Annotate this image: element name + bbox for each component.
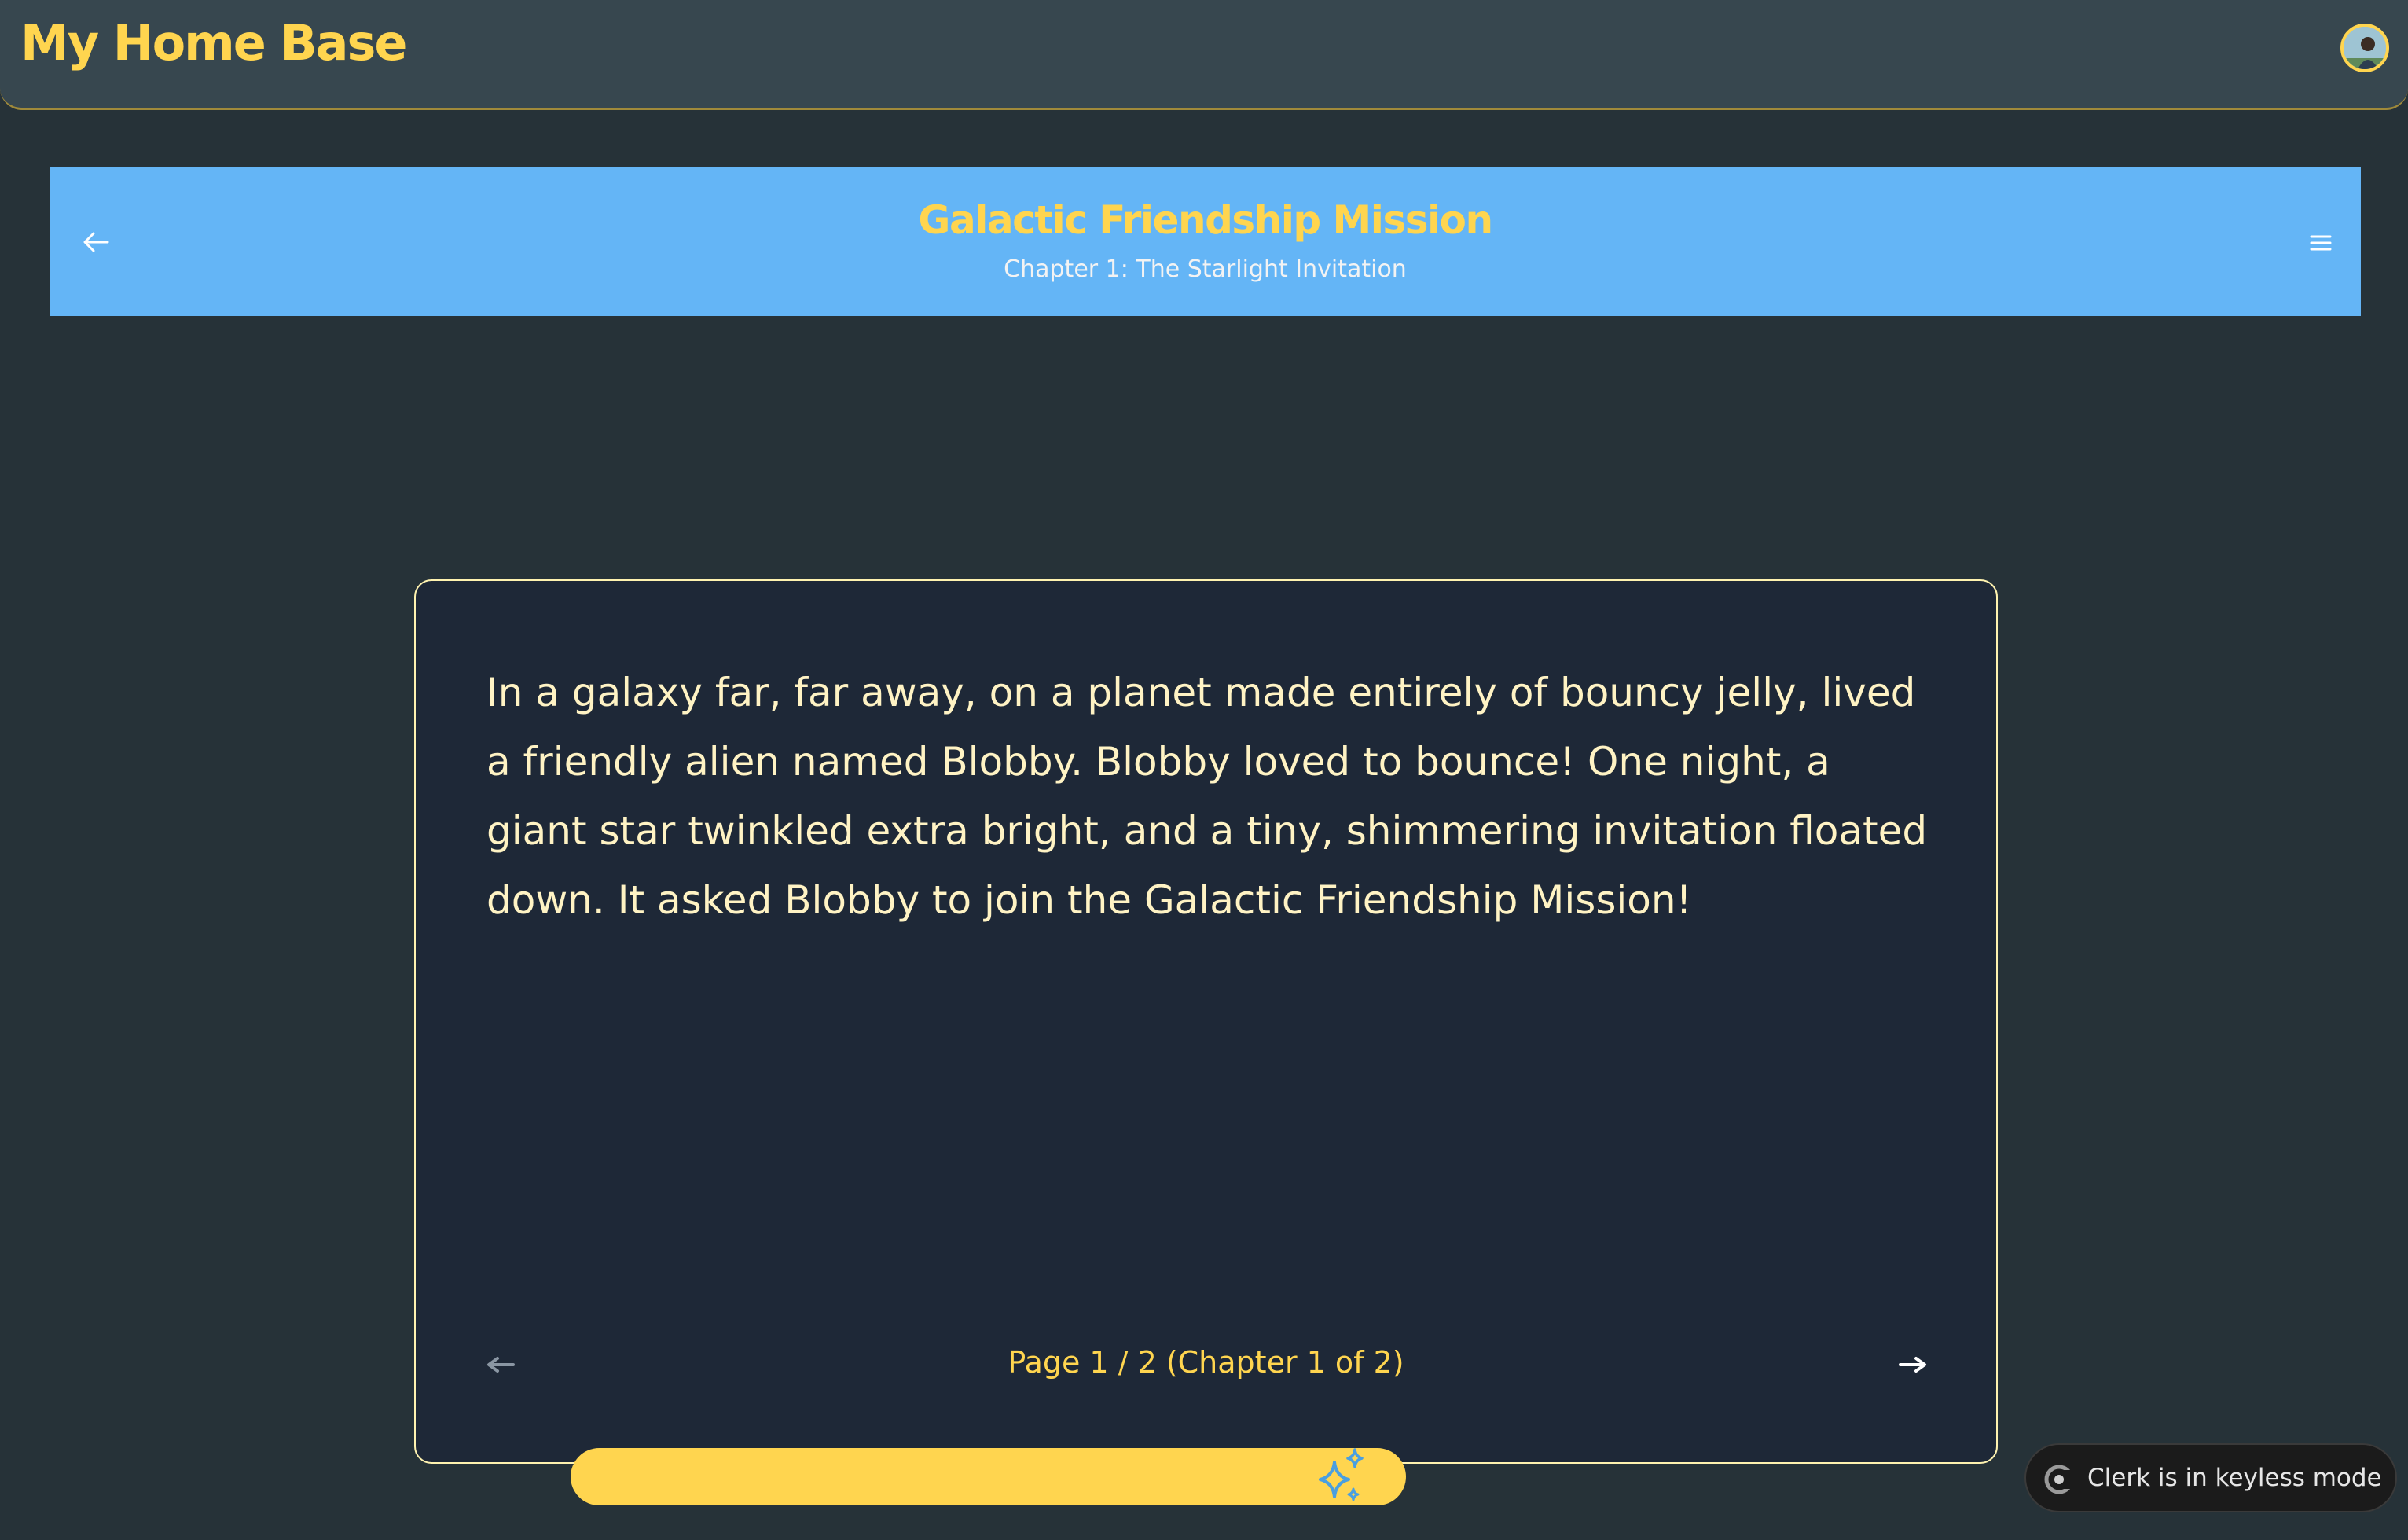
avatar-image bbox=[2344, 27, 2386, 69]
story-header-banner: Galactic Friendship Mission Chapter 1: T… bbox=[50, 167, 2361, 316]
sparkles-icon bbox=[1319, 1448, 1364, 1501]
user-avatar[interactable] bbox=[2340, 24, 2389, 72]
clerk-keyless-badge[interactable]: Clerk is in keyless mode bbox=[2024, 1443, 2397, 1512]
chapter-subtitle: Chapter 1: The Starlight Invitation bbox=[1004, 255, 1407, 283]
clerk-keyless-label: Clerk is in keyless mode bbox=[2087, 1464, 2382, 1492]
story-text: In a galaxy far, far away, on a planet m… bbox=[486, 670, 1928, 923]
hamburger-menu-icon[interactable] bbox=[2305, 227, 2336, 259]
next-page-icon[interactable] bbox=[1897, 1353, 1929, 1376]
page-indicator: Page 1 / 2 (Chapter 1 of 2) bbox=[1008, 1345, 1404, 1380]
story-page-card: In a galaxy far, far away, on a planet m… bbox=[414, 579, 1998, 1464]
app-title[interactable]: My Home Base bbox=[20, 14, 407, 72]
story-action-button[interactable] bbox=[571, 1448, 1406, 1505]
story-title: Galactic Friendship Mission bbox=[918, 197, 1493, 243]
clerk-logo-icon bbox=[2044, 1465, 2075, 1494]
top-nav-bar: My Home Base bbox=[0, 0, 2408, 110]
